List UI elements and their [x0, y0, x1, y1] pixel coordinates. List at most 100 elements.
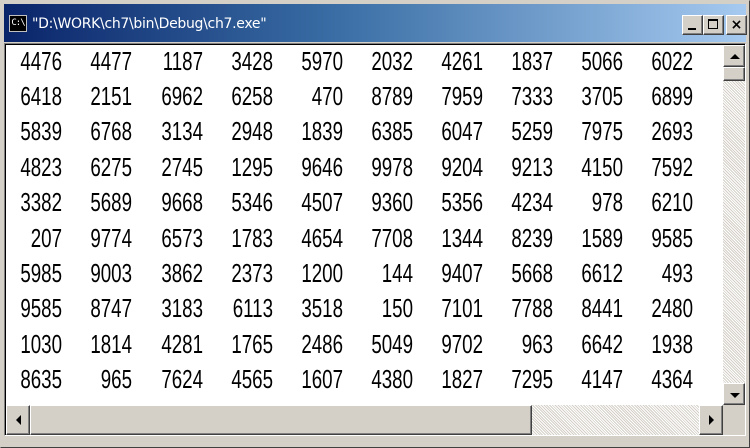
console-number: 1765	[231, 329, 273, 359]
console-number: 207	[30, 223, 62, 253]
console-number: 4477	[90, 46, 132, 76]
console-number: 965	[100, 364, 132, 394]
console-line: 5839 6768 3134 2948 1839 6385 6047 5259 7975 2693	[6, 113, 723, 149]
console-number: 8239	[511, 223, 553, 253]
console-line: 3382 5689 9668 5346 4507 9360 5356 4234 978 6210	[6, 184, 723, 220]
console-number: 1200	[301, 258, 343, 288]
console-number: 4380	[371, 364, 413, 394]
console-number: 9204	[441, 152, 483, 182]
console-number: 4654	[301, 223, 343, 253]
console-number: 9978	[371, 152, 413, 182]
console-number: 493	[661, 258, 693, 288]
console-number: 7101	[441, 293, 483, 323]
scroll-down-button[interactable]	[723, 383, 745, 405]
scroll-up-button[interactable]	[723, 45, 745, 67]
console-number: 6642	[581, 329, 623, 359]
console-number: 1839	[301, 116, 343, 146]
console-number: 4565	[231, 364, 273, 394]
console-number: 9702	[441, 329, 483, 359]
maximize-icon	[708, 19, 718, 29]
console-number: 5049	[371, 329, 413, 359]
close-icon: ×	[730, 17, 743, 33]
console-number: 5689	[90, 187, 132, 217]
console-number: 5970	[301, 46, 343, 76]
console-number: 4234	[511, 187, 553, 217]
console-number: 7624	[161, 364, 203, 394]
console-line: 4476 4477 1187 3428 5970 2032 4261 1837 5066 6022	[6, 45, 723, 79]
console-number: 9774	[90, 223, 132, 253]
minimize-button[interactable]	[682, 15, 703, 35]
console-number: 3862	[161, 258, 203, 288]
console-number: 7975	[581, 116, 623, 146]
console-number: 5259	[511, 116, 553, 146]
arrow-up-icon	[730, 54, 740, 59]
console-number: 6768	[90, 116, 132, 146]
console-number: 7708	[371, 223, 413, 253]
console-number: 4476	[20, 46, 62, 76]
arrow-down-icon	[730, 393, 740, 398]
console-number: 8635	[20, 364, 62, 394]
console-number: 2486	[301, 329, 343, 359]
console-number: 7333	[511, 81, 553, 111]
console-number: 1344	[441, 223, 483, 253]
arrow-left-icon	[16, 415, 21, 425]
minimize-icon	[688, 28, 696, 30]
console-number: 3705	[581, 81, 623, 111]
console-number: 2373	[231, 258, 273, 288]
vertical-scroll-thumb[interactable]	[723, 67, 745, 81]
console-number: 978	[591, 187, 623, 217]
console-number: 2693	[651, 116, 693, 146]
console-number: 7592	[651, 152, 693, 182]
console-number: 2745	[161, 152, 203, 182]
maximize-button[interactable]	[703, 15, 724, 35]
console-number: 4364	[651, 364, 693, 394]
console-number: 2948	[231, 116, 273, 146]
console-number: 3428	[231, 46, 273, 76]
console-line: 1030 1814 4281 1765 2486 5049 9702 963 6642 1938	[6, 326, 723, 362]
console-number: 470	[311, 81, 343, 111]
console-number: 6385	[371, 116, 413, 146]
close-button[interactable]: ×	[726, 15, 747, 35]
console-number: 2480	[651, 293, 693, 323]
console-app-icon[interactable]: C:\	[9, 15, 27, 32]
vertical-scrollbar[interactable]	[723, 45, 745, 405]
console-number: 6275	[90, 152, 132, 182]
console-number: 6899	[651, 81, 693, 111]
console-number: 1295	[231, 152, 273, 182]
scrollbar-corner	[723, 405, 745, 435]
console-number: 9213	[511, 152, 553, 182]
console-number: 9360	[371, 187, 413, 217]
console-number: 1783	[231, 223, 273, 253]
window-title: "D:\WORK\ch7\bin\Debug\ch7.exe"	[32, 16, 267, 32]
console-number: 6418	[20, 81, 62, 111]
scroll-left-button[interactable]	[6, 405, 30, 435]
console-line: 6418 2151 6962 6258 470 8789 7959 7333 3705 6899	[6, 78, 723, 114]
scroll-right-button[interactable]	[699, 405, 723, 435]
console-window: C:\ "D:\WORK\ch7\bin\Debug\ch7.exe" × 44…	[0, 0, 750, 448]
console-number: 4507	[301, 187, 343, 217]
console-number: 1837	[511, 46, 553, 76]
console-number: 6962	[161, 81, 203, 111]
console-number: 9668	[161, 187, 203, 217]
console-number: 1187	[162, 46, 203, 76]
console-number: 7959	[441, 81, 483, 111]
console-number: 6210	[651, 187, 693, 217]
console-number: 4823	[20, 152, 62, 182]
console-number: 4150	[581, 152, 623, 182]
console-number: 8747	[90, 293, 132, 323]
console-number: 4147	[581, 364, 623, 394]
console-number: 1589	[581, 223, 623, 253]
console-number: 9003	[90, 258, 132, 288]
horizontal-scrollbar[interactable]	[6, 405, 723, 435]
console-number: 1030	[20, 329, 62, 359]
console-number: 2151	[90, 81, 132, 111]
title-bar[interactable]: C:\ "D:\WORK\ch7\bin\Debug\ch7.exe" ×	[4, 4, 747, 42]
console-number: 6022	[651, 46, 693, 76]
console-number: 7295	[511, 364, 553, 394]
console-number: 1814	[90, 329, 132, 359]
console-output[interactable]: 4476 4477 1187 3428 5970 2032 4261 1837 5066 6022…	[6, 45, 723, 405]
console-number: 150	[381, 293, 413, 323]
console-number: 5985	[20, 258, 62, 288]
horizontal-scroll-thumb[interactable]	[30, 405, 532, 435]
console-number: 8441	[581, 293, 623, 323]
